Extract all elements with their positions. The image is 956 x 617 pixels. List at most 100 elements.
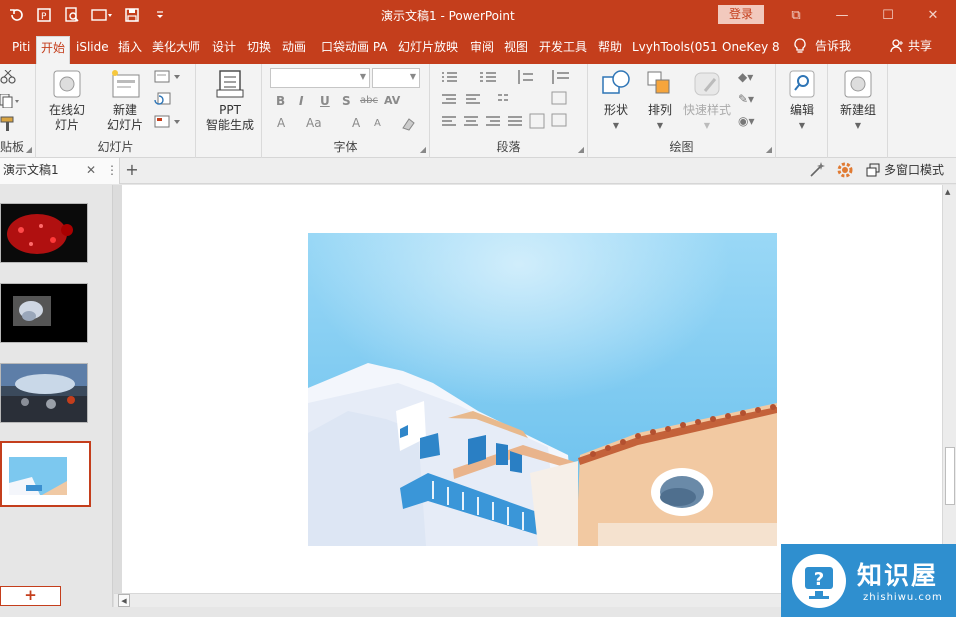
vertical-scroll-thumb[interactable] (945, 447, 955, 505)
undo-icon[interactable] (4, 3, 28, 27)
screenshot-icon[interactable] (88, 3, 116, 27)
save-icon[interactable] (120, 3, 144, 27)
chevron-down-icon: ▼ (798, 121, 806, 130)
slide-thumbnail[interactable] (0, 283, 88, 343)
edit-group: 编辑 ▼ (776, 64, 828, 158)
section-icon[interactable] (154, 115, 182, 129)
strikethrough-button[interactable]: abc (360, 95, 378, 106)
maximize-button[interactable]: ☐ (865, 0, 911, 30)
login-button[interactable]: 登录 (718, 5, 764, 24)
font-launcher-icon[interactable]: ◢ (420, 145, 426, 154)
tab-help[interactable]: 帮助 (596, 36, 624, 64)
italic-button[interactable]: I (299, 94, 303, 108)
font-color-button[interactable]: A (277, 116, 285, 130)
share-button[interactable]: 共享 (890, 37, 932, 54)
char-spacing-button[interactable]: AV (384, 94, 400, 107)
chevron-down-icon: ▼ (656, 121, 664, 130)
tab-animations[interactable]: 动画 (280, 36, 308, 64)
tab-piti[interactable]: Piti (10, 36, 32, 64)
reset-icon[interactable] (154, 92, 172, 106)
watermark-subtitle: zhishiwu.com (863, 592, 943, 603)
multi-window-button[interactable]: 多窗口模式 (866, 161, 944, 178)
scroll-up-icon[interactable]: ▲ (945, 188, 950, 196)
tab-islide[interactable]: iSlide (74, 36, 111, 64)
magic-wand-icon[interactable] (808, 161, 826, 179)
clipboard-launcher-icon[interactable]: ◢ (26, 145, 32, 154)
change-case-button[interactable]: Aa (306, 116, 322, 130)
more-icon[interactable]: ⋮ (106, 158, 118, 182)
add-slide-button[interactable]: + (0, 586, 61, 606)
slide-thumbnail-selected[interactable] (0, 441, 91, 507)
minimize-button[interactable]: — (819, 0, 865, 30)
new-slide-button[interactable]: 新建 幻灯片 (100, 68, 150, 133)
slide-photo[interactable] (308, 233, 777, 546)
cut-icon[interactable] (0, 70, 16, 84)
arrange-button[interactable]: 排列 ▼ (640, 68, 680, 133)
settings-icon[interactable] (836, 161, 854, 179)
font-size-combo[interactable]: ▼ (372, 68, 420, 88)
shape-outline-icon[interactable]: ✎▾ (738, 92, 754, 106)
ppt-icon[interactable]: P (32, 3, 56, 27)
tab-developer[interactable]: 开发工具 (537, 36, 589, 64)
font-name-combo[interactable]: ▼ (270, 68, 370, 88)
chevron-down-icon: ▼ (612, 121, 620, 130)
customize-icon[interactable] (148, 3, 172, 27)
ppt-gen-group: PPT 智能生成 (196, 64, 262, 158)
drawing-launcher-icon[interactable]: ◢ (766, 145, 772, 154)
print-preview-icon[interactable] (60, 3, 84, 27)
document-tab[interactable]: 演示文稿1 ✕ ⋮ (0, 158, 120, 184)
document-tab-bar: 演示文稿1 ✕ ⋮ + 多窗口模式 (0, 158, 956, 184)
tab-slideshow[interactable]: 幻灯片放映 (396, 36, 460, 64)
ribbon-display-icon[interactable]: ⧉ (773, 0, 819, 30)
close-button[interactable]: ✕ (910, 0, 956, 30)
tab-view[interactable]: 视图 (502, 36, 530, 64)
tell-me[interactable]: 告诉我 (793, 37, 851, 54)
tab-beautify[interactable]: 美化大师 (150, 36, 202, 64)
slides-group-label: 幻灯片 (97, 140, 134, 154)
slide-thumbnail[interactable] (0, 363, 88, 423)
edit-label: 编辑 (789, 103, 814, 117)
chevron-down-icon: ▼ (359, 72, 366, 81)
paragraph-group: 段落 ◢ (430, 64, 588, 158)
multi-window-icon (866, 163, 880, 176)
shadow-button[interactable]: S (342, 94, 351, 108)
tab-lvyhtools[interactable]: LvyhTools(051 (630, 36, 720, 64)
chevron-down-icon: ▼ (854, 121, 862, 130)
tab-review[interactable]: 审阅 (468, 36, 496, 64)
new-group-label: 新建组 (839, 103, 876, 117)
edit-button[interactable]: 编辑 ▼ (782, 68, 822, 133)
copy-icon[interactable] (0, 94, 20, 108)
clear-format-icon[interactable] (400, 116, 416, 132)
shape-button[interactable]: 形状 ▼ (596, 68, 636, 133)
paragraph-launcher-icon[interactable]: ◢ (578, 145, 584, 154)
shrink-font-button[interactable]: A (374, 118, 381, 129)
scroll-left-icon[interactable]: ◀ (118, 594, 130, 607)
shape-fill-icon[interactable]: ◆▾ (738, 70, 753, 84)
new-group-button[interactable]: 新建组 ▼ (834, 68, 882, 133)
shape-effects-icon[interactable]: ◉▾ (738, 114, 755, 128)
tab-transitions[interactable]: 切换 (245, 36, 273, 64)
grow-font-button[interactable]: A (352, 116, 360, 130)
tab-onekey[interactable]: OneKey 8 (720, 36, 782, 64)
slide-thumbnail[interactable] (0, 203, 88, 263)
add-tab-button[interactable]: + (122, 160, 142, 180)
pane-splitter[interactable] (112, 185, 122, 617)
online-slides-button[interactable]: 在线幻 灯片 (44, 68, 90, 133)
tab-insert[interactable]: 插入 (116, 36, 144, 64)
ppt-smart-generate-button[interactable]: PPT 智能生成 (202, 68, 258, 133)
arrange-icon (643, 68, 677, 100)
underline-button[interactable]: U (320, 94, 330, 108)
online-slides-label: 在线幻 灯片 (48, 103, 85, 132)
bold-button[interactable]: B (276, 94, 285, 108)
tab-home[interactable]: 开始 (36, 36, 71, 64)
close-icon[interactable]: ✕ (86, 158, 96, 182)
font-group-label: 字体 (333, 140, 358, 154)
tab-pocket-animation[interactable]: 口袋动画 PA (319, 36, 390, 64)
layout-icon[interactable] (154, 70, 182, 84)
tab-design[interactable]: 设计 (210, 36, 238, 64)
paragraph-format-icons[interactable] (438, 68, 582, 134)
format-painter-icon[interactable] (0, 116, 16, 132)
quick-styles-button[interactable]: 快速样式 ▼ (680, 68, 734, 133)
drawing-group-label: 绘图 (669, 140, 694, 154)
new-slide-icon (108, 68, 142, 100)
